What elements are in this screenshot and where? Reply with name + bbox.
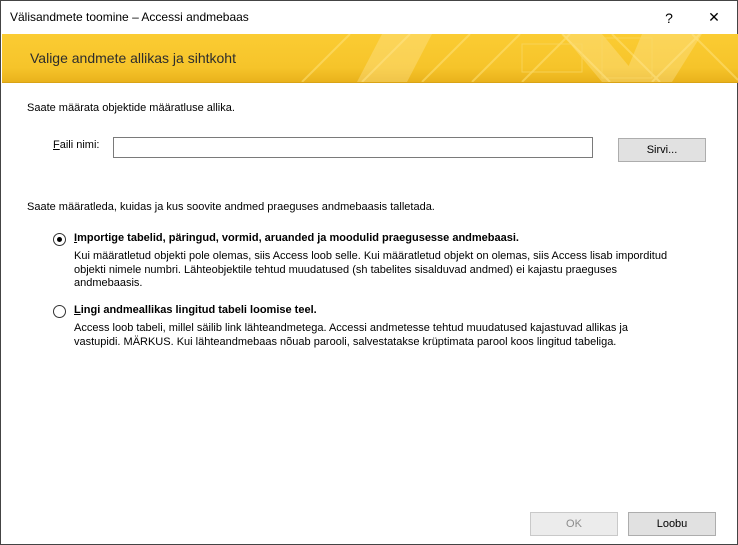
file-name-label-accesskey: F (53, 139, 60, 151)
import-dialog: Välisandmete toomine – Accessi andmebaas… (0, 0, 738, 545)
help-button[interactable]: ? (649, 1, 689, 34)
close-button[interactable]: ✕ (691, 1, 737, 34)
file-name-label: Faili nimi: (53, 139, 99, 151)
import-option-label[interactable]: Importige tabelid, päringud, vormid, aru… (74, 232, 519, 244)
import-option-description: Kui määratletud objekti pole olemas, sii… (74, 250, 714, 291)
link-option-description: Access loob tabeli, millel säilib link l… (74, 322, 714, 349)
file-name-label-rest: aili nimi: (59, 139, 100, 151)
link-description-line: vastupidi. MÄRKUS. Kui lähteandmebaas nõ… (74, 335, 617, 348)
banner-title: Valige andmete allikas ja sihtkoht (30, 50, 236, 66)
import-description-line: objekti nimele numbri. Lähteobjektile te… (74, 263, 617, 276)
import-description-line: Kui määratletud objekti pole olemas, sii… (74, 250, 668, 262)
header-banner: Valige andmete allikas ja sihtkoht (2, 34, 738, 82)
window-title: Välisandmete toomine – Accessi andmebaas (10, 10, 249, 24)
close-icon: ✕ (708, 9, 720, 25)
cancel-button[interactable]: Loobu (628, 512, 716, 536)
import-option-radio[interactable] (53, 233, 66, 246)
source-intro-text: Saate määrata objektide määratluse allik… (27, 102, 235, 114)
import-option-label-rest: mportige tabelid, päringud, vormid, arua… (77, 232, 519, 244)
ok-button[interactable]: OK (530, 512, 618, 536)
import-description-line: andmebaasis. (74, 277, 143, 289)
link-option-accesskey: L (74, 304, 81, 316)
title-bar[interactable]: Välisandmete toomine – Accessi andmebaas… (1, 1, 737, 34)
storage-intro-text: Saate määratleda, kuidas ja kus soovite … (27, 201, 435, 213)
file-name-input[interactable] (113, 137, 593, 158)
link-option-label-rest: ingi andmeallikas lingitud tabeli loomis… (80, 304, 317, 316)
link-option-radio[interactable] (53, 305, 66, 318)
link-description-line: Access loob tabeli, millel säilib link l… (74, 322, 628, 334)
help-icon: ? (665, 9, 673, 26)
banner-divider (2, 82, 738, 83)
link-option-label[interactable]: Lingi andmeallikas lingitud tabeli loomi… (74, 304, 317, 316)
browse-button[interactable]: Sirvi... (618, 138, 706, 162)
